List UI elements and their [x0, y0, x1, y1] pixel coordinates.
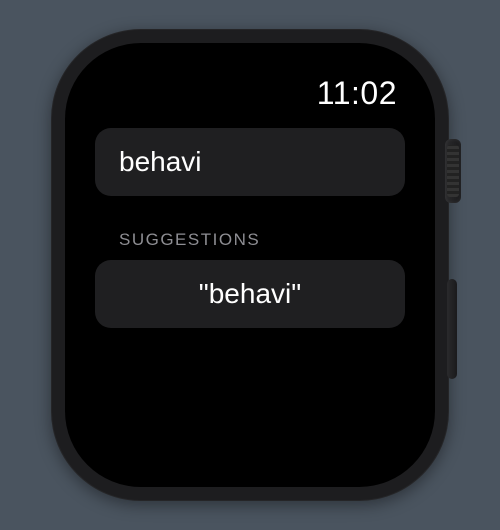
suggestion-item[interactable]: "behavi" [95, 260, 405, 328]
suggestions-header: SUGGESTIONS [95, 230, 405, 250]
watch-device: 11:02 behavi SUGGESTIONS "behavi" [51, 29, 449, 501]
text-input-value: behavi [119, 146, 202, 177]
text-input[interactable]: behavi [95, 128, 405, 196]
suggestion-text: "behavi" [199, 278, 301, 309]
digital-crown[interactable] [445, 139, 461, 203]
side-button[interactable] [447, 279, 457, 379]
status-time: 11:02 [95, 75, 405, 112]
watch-case: 11:02 behavi SUGGESTIONS "behavi" [51, 29, 449, 501]
watch-screen: 11:02 behavi SUGGESTIONS "behavi" [65, 43, 435, 487]
